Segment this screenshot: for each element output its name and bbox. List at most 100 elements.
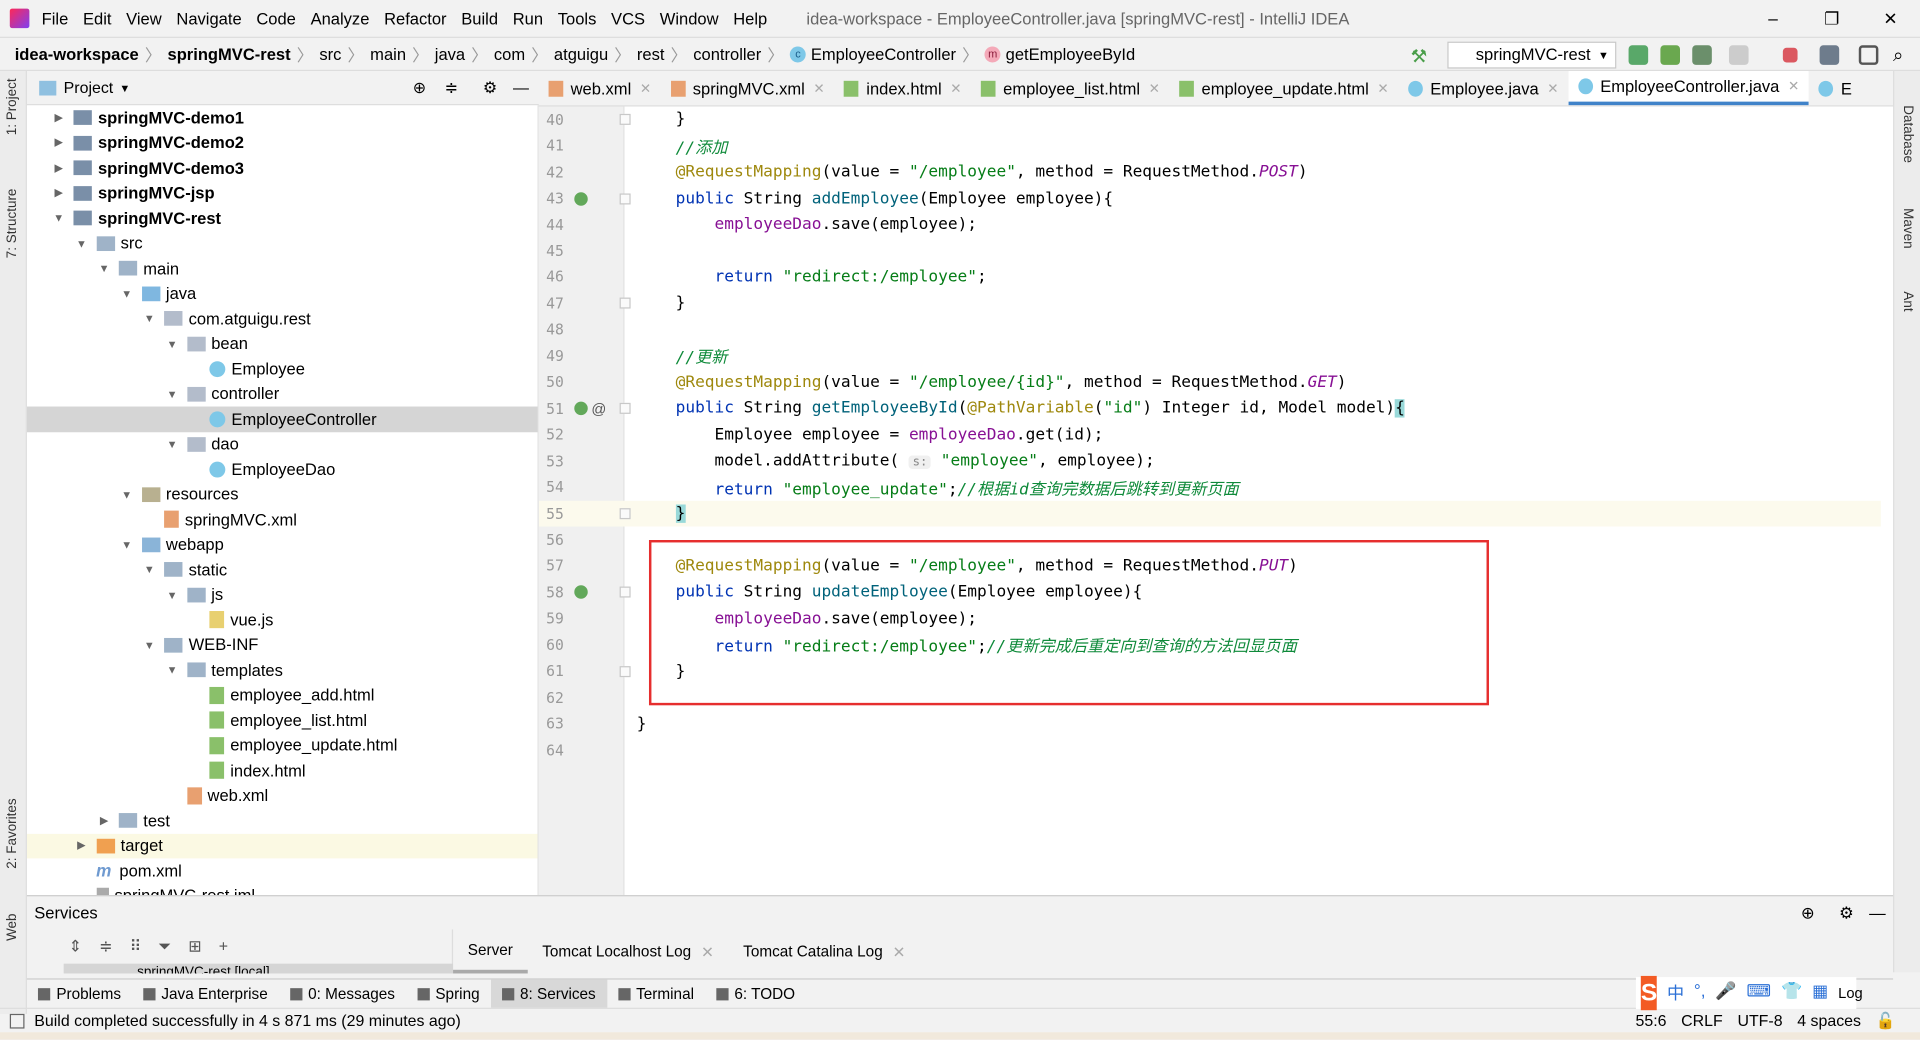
spring-mapping-icon[interactable] — [574, 191, 588, 206]
tree-item[interactable]: employee_list.html — [27, 708, 538, 733]
gear-icon[interactable]: ⚙ — [483, 78, 497, 98]
editor-tab[interactable]: employee_list.html ✕ — [971, 71, 1169, 105]
ime-button[interactable]: 中 — [1667, 981, 1684, 1005]
expand-arrow-icon[interactable]: ▼ — [165, 589, 180, 601]
tree-item[interactable]: ▼ com.atguigu.rest — [27, 306, 538, 331]
breadcrumb-item[interactable]: idea-workspace — [15, 45, 139, 63]
expand-arrow-icon[interactable]: ▼ — [142, 313, 157, 325]
collapse-all-icon[interactable]: ≑ — [445, 78, 458, 98]
menu-code[interactable]: Code — [256, 9, 296, 27]
tree-item[interactable]: ▼ bean — [27, 331, 538, 356]
editor-tab[interactable]: springMVC.xml ✕ — [661, 71, 835, 105]
lock-icon[interactable]: 🔓 — [1876, 1011, 1896, 1031]
close-icon[interactable]: ✕ — [701, 942, 714, 960]
annotation-icon[interactable]: @ — [591, 400, 606, 417]
close-button[interactable]: ✕ — [1861, 0, 1920, 37]
minimize-button[interactable]: – — [1744, 0, 1803, 37]
tree-item[interactable]: vue.js — [27, 607, 538, 632]
tool-window-messages[interactable]: 0: Messages — [279, 980, 406, 1008]
fold-icon[interactable] — [619, 665, 631, 677]
hide-icon[interactable]: — — [1869, 904, 1886, 922]
close-icon[interactable]: ✕ — [1547, 80, 1558, 96]
favorites-tool-tab[interactable]: 2: Favorites — [5, 798, 20, 868]
group-icon[interactable]: ⠿ — [130, 937, 142, 957]
expand-arrow-icon[interactable]: ▼ — [142, 564, 157, 576]
breadcrumb-item[interactable]: controller — [693, 45, 761, 63]
layout-icon[interactable] — [1858, 45, 1879, 65]
tree-item[interactable]: Employee — [27, 356, 538, 381]
ime-button[interactable]: 🎤 — [1715, 981, 1736, 1005]
expand-arrow-icon[interactable]: ▼ — [119, 538, 134, 550]
expand-arrow-icon[interactable]: ▼ — [97, 262, 112, 274]
event-log-button[interactable]: Log — [1838, 984, 1863, 1001]
breadcrumb-item[interactable]: atguigu — [554, 45, 608, 63]
menu-analyze[interactable]: Analyze — [311, 9, 370, 27]
new-tab-icon[interactable]: ⊞ — [188, 937, 201, 957]
project-structure-icon[interactable] — [1819, 45, 1840, 65]
expand-arrow-icon[interactable]: ▼ — [119, 488, 134, 500]
breadcrumb-item[interactable]: rest — [637, 45, 665, 63]
menu-file[interactable]: File — [42, 9, 69, 27]
expand-arrow-icon[interactable]: ▼ — [165, 664, 180, 676]
breadcrumb-item[interactable]: com — [494, 45, 525, 63]
web-tool-tab[interactable]: Web — [5, 913, 20, 940]
menu-view[interactable]: View — [126, 9, 162, 27]
collapse-arrow-icon[interactable]: ▶ — [51, 161, 66, 174]
tree-item[interactable]: EmployeeDao — [27, 457, 538, 482]
tree-item[interactable]: ▶ springMVC-demo2 — [27, 130, 538, 155]
file-encoding[interactable]: UTF-8 — [1737, 1011, 1782, 1031]
breadcrumb-item[interactable]: springMVC-rest — [168, 45, 291, 63]
structure-tool-tab[interactable]: 7: Structure — [5, 189, 20, 259]
collapse-arrow-icon[interactable]: ▶ — [97, 814, 112, 827]
tree-item[interactable]: ▶ test — [27, 808, 538, 833]
close-icon[interactable]: ✕ — [950, 80, 961, 96]
stop-icon[interactable] — [1782, 47, 1798, 63]
project-tool-tab[interactable]: 1: Project — [5, 78, 20, 135]
tree-item[interactable]: ▶ springMVC-jsp — [27, 181, 538, 206]
tree-item[interactable]: ▼ java — [27, 281, 538, 306]
ime-button[interactable]: ▦ — [1812, 981, 1828, 1005]
tree-item[interactable]: index.html — [27, 758, 538, 783]
fold-icon[interactable] — [619, 508, 631, 520]
close-icon[interactable]: ✕ — [1788, 78, 1799, 95]
close-icon[interactable]: ✕ — [1149, 80, 1160, 96]
indent-setting[interactable]: 4 spaces — [1797, 1011, 1861, 1031]
add-icon[interactable]: + — [219, 937, 228, 957]
ime-button[interactable]: 👕 — [1781, 981, 1802, 1005]
tree-item[interactable]: ▼ static — [27, 557, 538, 582]
coverage-icon[interactable] — [1692, 45, 1712, 65]
tree-item[interactable]: ▼ dao — [27, 432, 538, 457]
tree-item[interactable]: ▶ springMVC-demo3 — [27, 156, 538, 181]
menu-edit[interactable]: Edit — [83, 9, 111, 27]
fold-icon[interactable] — [619, 403, 631, 415]
breadcrumb-item[interactable]: getEmployeeById — [1006, 45, 1136, 63]
menu-vcs[interactable]: VCS — [611, 9, 645, 27]
tree-item[interactable]: web.xml — [27, 783, 538, 808]
tree-item[interactable]: m pom.xml — [27, 858, 538, 883]
editor-tab[interactable]: EmployeeController.java ✕ — [1568, 71, 1810, 106]
spring-mapping-icon[interactable] — [574, 585, 588, 600]
fold-icon[interactable] — [619, 114, 631, 126]
tool-window-java-enterprise[interactable]: Java Enterprise — [132, 980, 279, 1008]
maven-tool-tab[interactable]: Maven — [1900, 208, 1915, 248]
tree-item[interactable]: ▼ webapp — [27, 532, 538, 557]
breadcrumb-item[interactable]: main — [370, 45, 406, 63]
globe-icon[interactable]: ⊕ — [1801, 903, 1815, 923]
expand-arrow-icon[interactable]: ▼ — [74, 237, 89, 249]
collapse-all-icon[interactable]: ≑ — [99, 937, 112, 957]
close-icon[interactable]: ✕ — [813, 80, 824, 96]
editor-tab[interactable]: index.html ✕ — [834, 71, 971, 105]
tree-item[interactable]: ▼ WEB-INF — [27, 632, 538, 657]
tree-item[interactable]: ▼ resources — [27, 482, 538, 507]
expand-arrow-icon[interactable]: ▼ — [51, 212, 66, 224]
tool-window-problems[interactable]: Problems — [27, 980, 132, 1008]
editor-tab[interactable]: web.xml ✕ — [539, 71, 661, 105]
expand-arrow-icon[interactable]: ▼ — [119, 287, 134, 299]
tree-item[interactable]: ▼ js — [27, 582, 538, 607]
tool-window-spring[interactable]: Spring — [406, 980, 491, 1008]
editor-tab[interactable]: Employee.java ✕ — [1398, 71, 1568, 105]
breadcrumb-item[interactable]: src — [319, 45, 341, 63]
locate-icon[interactable]: ⊕ — [413, 78, 426, 98]
expand-arrow-icon[interactable]: ▼ — [165, 338, 180, 350]
fold-icon[interactable] — [619, 192, 631, 204]
